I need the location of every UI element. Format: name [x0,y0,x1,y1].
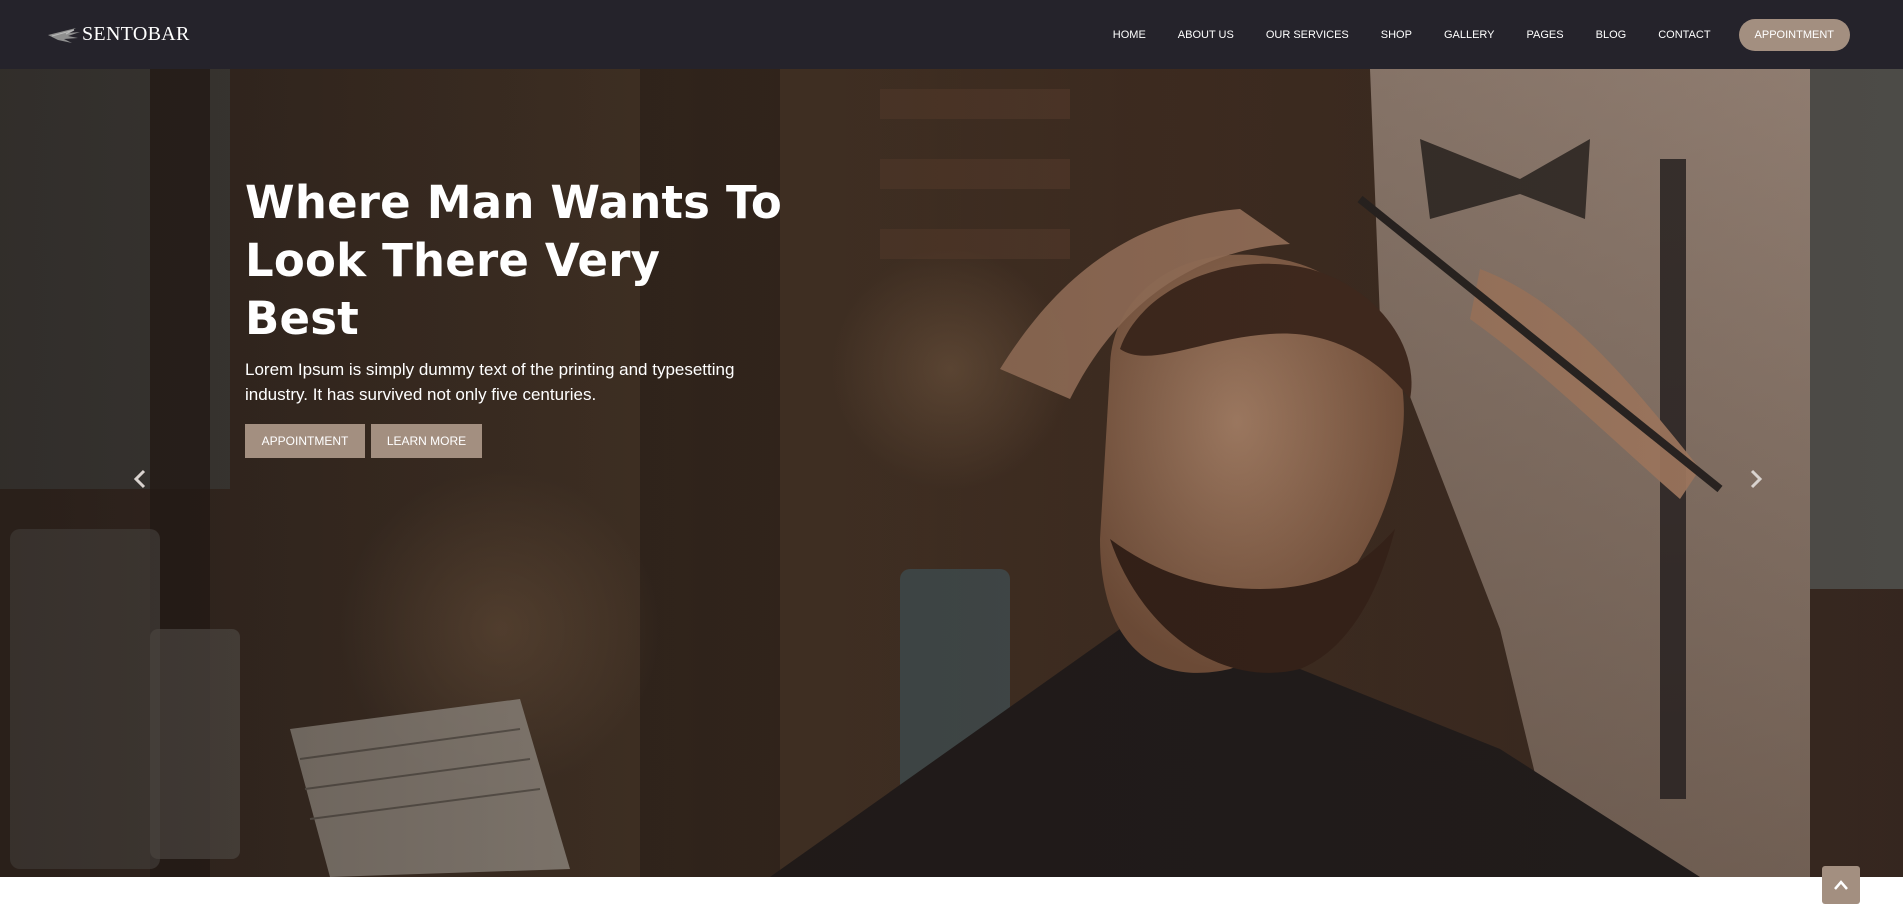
slider-next-button[interactable] [1744,465,1768,493]
nav-appointment-button[interactable]: APPOINTMENT [1738,18,1850,51]
nav-item-contact[interactable]: CONTACT [1658,29,1710,41]
hero-learn-more-button[interactable]: LEARN MORE [371,424,482,458]
nav-item-pages[interactable]: PAGES [1527,29,1564,41]
hero-title: Where Man Wants To Look There Very Best [245,174,785,348]
top-navbar: SENTOBAR HOME ABOUT US OUR SERVICES SHOP… [0,0,1903,69]
nav-item-about-us[interactable]: ABOUT US [1178,29,1234,41]
hero-buttons: APPOINTMENT LEARN MORE [245,424,785,458]
brand-logo[interactable]: SENTOBAR [46,0,190,69]
nav-item-home[interactable]: HOME [1113,29,1146,41]
hero-content: Where Man Wants To Look There Very Best … [245,174,785,458]
chevron-up-icon [1834,880,1848,890]
hero-title-line-1: Where Man Wants To [245,176,783,229]
hero-title-line-2: Look There Very Best [245,234,661,345]
brand-name: SENTOBAR [82,23,190,45]
hero-description: Lorem Ipsum is simply dummy text of the … [245,360,735,404]
nav-item-our-services[interactable]: OUR SERVICES [1266,29,1349,41]
chevron-right-icon [1750,469,1763,489]
nav-item-shop[interactable]: SHOP [1381,29,1412,41]
nav-item-gallery[interactable]: GALLERY [1444,29,1495,41]
nav-item-blog[interactable]: BLOG [1596,29,1627,41]
hero-slider: Where Man Wants To Look There Very Best … [0,69,1903,877]
slider-prev-button[interactable] [128,465,152,493]
chevron-left-icon [133,469,146,489]
main-nav: HOME ABOUT US OUR SERVICES SHOP GALLERY … [1113,18,1850,51]
back-to-top-button[interactable] [1822,866,1860,904]
wing-icon [48,27,80,43]
hero-appointment-button[interactable]: APPOINTMENT [245,424,365,458]
